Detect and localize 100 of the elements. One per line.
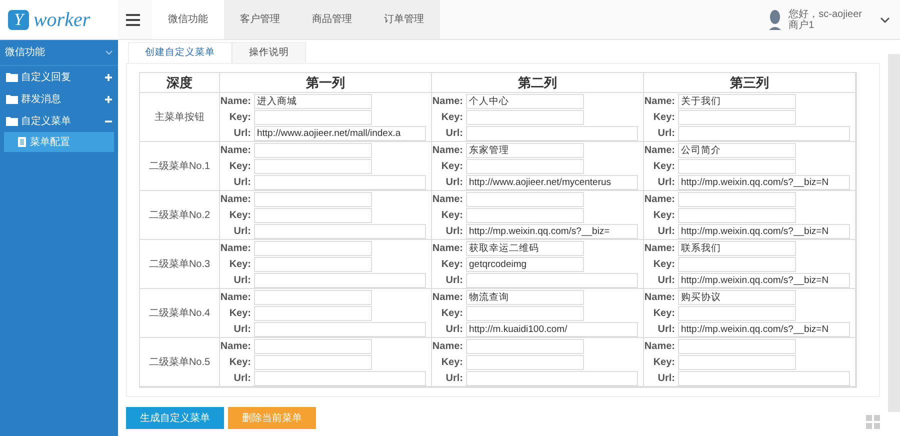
nav-tab[interactable]: 订单管理 — [368, 0, 440, 39]
sidebar-section[interactable]: 微信功能 — [0, 40, 118, 66]
input-field[interactable]: http://mp.weixin.qq.com/s?__biz=N — [678, 272, 850, 288]
input-field[interactable]: 联系我们 — [678, 240, 796, 256]
field-label: Name: — [644, 144, 676, 158]
content-tab[interactable]: 操作说明 — [232, 42, 306, 64]
input-field[interactable] — [678, 126, 850, 140]
sidebar-item[interactable]: 自定义回复 — [0, 66, 118, 88]
field-label: Name: — [220, 144, 252, 158]
nav-tab[interactable]: 客户管理 — [224, 0, 296, 39]
input-field[interactable]: http://m.kuaidi100.com/ — [466, 322, 638, 336]
input-field[interactable] — [254, 370, 426, 386]
input-field[interactable]: 购买协议 — [678, 290, 796, 304]
subitem-label: 菜单配置 — [30, 136, 70, 150]
input-field[interactable] — [466, 126, 638, 140]
row-label: 二级菜单No.4 — [148, 306, 210, 320]
input-field[interactable] — [678, 208, 796, 222]
column-header: 第三列 — [730, 74, 769, 92]
menu-icon[interactable] — [126, 14, 140, 26]
column-header: 第二列 — [518, 74, 557, 92]
row-label: 二级菜单No.5 — [148, 356, 210, 370]
sidebar-item[interactable]: 群发消息 — [0, 88, 118, 110]
input-field[interactable]: 获取幸运二维码 — [466, 240, 584, 256]
input-field[interactable]: http://mp.weixin.qq.com/s?__biz=N — [678, 224, 850, 238]
input-field[interactable] — [254, 174, 426, 190]
row-label: 二级菜单No.1 — [148, 160, 210, 174]
field-label: Key: — [440, 110, 464, 124]
nav-tab[interactable]: 微信功能 — [152, 0, 224, 39]
input-field[interactable] — [678, 110, 796, 124]
column-header: 深度 — [166, 74, 192, 92]
field-label: Url: — [656, 372, 676, 386]
input-field[interactable] — [678, 370, 850, 386]
field-label: Url: — [232, 372, 252, 386]
input-field[interactable] — [466, 158, 584, 174]
input-field[interactable]: 关于我们 — [678, 94, 796, 108]
input-field[interactable] — [254, 224, 426, 238]
input-field[interactable]: 东家管理 — [466, 142, 584, 158]
input-field[interactable] — [254, 338, 372, 354]
field-label: Key: — [440, 258, 464, 272]
column-header: 第一列 — [306, 74, 345, 92]
input-field[interactable] — [254, 208, 372, 222]
sidebar-item-label: 自定义菜单 — [21, 114, 72, 128]
input-field[interactable]: 物流查询 — [466, 290, 584, 304]
field-label: Url: — [656, 176, 676, 190]
input-field[interactable] — [254, 354, 372, 370]
content-tab[interactable]: 创建自定义菜单 — [128, 42, 232, 64]
user-greeting: 您好，sc-aojieer — [788, 8, 862, 20]
input-field[interactable] — [254, 110, 372, 124]
nav-tab[interactable]: 商品管理 — [296, 0, 368, 39]
input-field[interactable] — [466, 338, 584, 354]
field-label: Url: — [656, 224, 676, 238]
input-field[interactable] — [466, 272, 638, 288]
input-field[interactable] — [678, 306, 796, 320]
input-field[interactable] — [678, 338, 796, 354]
input-field[interactable] — [678, 158, 796, 174]
sidebar-item[interactable]: 自定义菜单 — [0, 110, 118, 132]
input-field[interactable] — [466, 192, 584, 206]
input-field[interactable]: http://www.aojieer.net/mall/index.a — [254, 126, 426, 140]
input-field[interactable] — [466, 110, 584, 124]
scrollbar[interactable] — [888, 54, 900, 412]
field-label: Key: — [228, 160, 252, 174]
field-label: Name: — [220, 192, 252, 206]
input-field[interactable] — [254, 256, 372, 272]
user-role: 商户1 — [788, 20, 816, 30]
folder-icon — [6, 72, 18, 82]
field-label: Key: — [228, 208, 252, 222]
input-field[interactable] — [466, 354, 584, 370]
field-label: Url: — [444, 274, 464, 288]
chevron-down-icon[interactable] — [880, 16, 890, 22]
field-label: Name: — [220, 290, 252, 304]
field-label: Name: — [432, 94, 464, 108]
input-field[interactable] — [254, 272, 426, 288]
input-field[interactable] — [254, 322, 426, 336]
input-field[interactable]: http://www.aojieer.net/mycenterus — [466, 174, 638, 190]
field-label: Name: — [432, 144, 464, 158]
field-label: Name: — [432, 290, 464, 304]
input-field[interactable] — [678, 256, 796, 272]
input-field[interactable]: http://mp.weixin.qq.com/s?__biz=N — [678, 174, 850, 190]
input-field[interactable] — [254, 306, 372, 320]
input-field[interactable] — [254, 192, 372, 206]
input-field[interactable] — [466, 306, 584, 320]
input-field[interactable] — [254, 240, 372, 256]
field-label: Key: — [652, 208, 676, 222]
input-field[interactable]: getqrcodeimg — [466, 256, 584, 272]
input-field[interactable] — [678, 192, 796, 206]
input-field[interactable]: 公司简介 — [678, 142, 796, 158]
input-field[interactable] — [254, 142, 372, 158]
field-label: Key: — [440, 160, 464, 174]
input-field[interactable] — [678, 354, 796, 370]
field-label: Url: — [232, 322, 252, 336]
field-label: Url: — [656, 126, 676, 140]
input-field[interactable]: http://mp.weixin.qq.com/s?__biz= — [466, 224, 638, 238]
input-field[interactable]: 个人中心 — [466, 94, 584, 108]
input-field[interactable] — [254, 158, 372, 174]
input-field[interactable] — [466, 208, 584, 222]
input-field[interactable]: http://mp.weixin.qq.com/s?__biz=N — [678, 322, 850, 336]
grid-icon[interactable] — [866, 415, 880, 429]
input-field[interactable] — [254, 290, 372, 304]
input-field[interactable] — [466, 370, 638, 386]
input-field[interactable]: 进入商城 — [254, 94, 372, 108]
